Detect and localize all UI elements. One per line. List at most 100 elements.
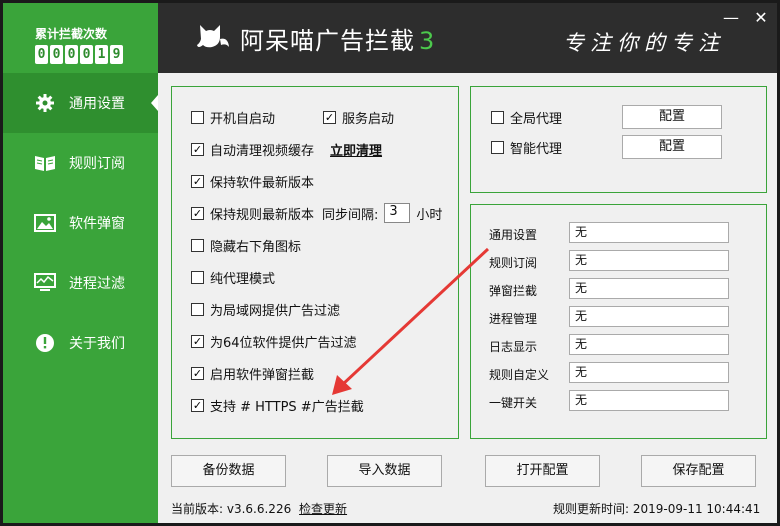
smart-proxy-config-button[interactable]: 配置 [622, 135, 722, 159]
info-icon [33, 331, 57, 355]
counter-digit: 9 [110, 45, 123, 64]
option-boot-start[interactable]: 开机自启动 [191, 107, 275, 127]
checkbox[interactable]: ✓ [191, 142, 204, 156]
sidebar-item-general[interactable]: 通用设置 [3, 73, 158, 133]
option-label: 为64位软件提供广告过滤 [210, 335, 357, 351]
clean-now-link[interactable]: 立即清理 [330, 140, 382, 159]
checkbox[interactable] [191, 302, 204, 316]
sidebar-item-label: 通用设置 [69, 96, 125, 112]
gear-icon [33, 91, 57, 115]
block-counter-label: 累计拦截次数 [35, 27, 108, 41]
sidebar: 累计拦截次数 0 0 0 0 1 9 通用设置 规则订阅 软件弹窗 进程过滤 关… [3, 3, 158, 523]
checkbox[interactable] [191, 270, 204, 284]
option-label: 开机自启动 [210, 111, 276, 127]
option-keep-software-latest[interactable]: ✓ 保持软件最新版本 [191, 171, 314, 191]
check-update-link[interactable]: 检查更新 [299, 502, 347, 516]
option-popup-block[interactable]: ✓ 启用软件弹窗拦截 [191, 363, 314, 383]
minimize-button[interactable]: — [722, 9, 740, 27]
option-auto-clean[interactable]: ✓ 自动清理视频缓存 立即清理 [191, 139, 382, 159]
hotkey-input[interactable]: 无 [569, 362, 729, 383]
counter-digit: 0 [65, 45, 78, 64]
sidebar-item-about[interactable]: 关于我们 [3, 313, 158, 373]
option-global-proxy[interactable]: 全局代理 [491, 107, 562, 127]
app-name: 阿呆喵广告拦截 [240, 27, 415, 55]
option-label: 服务启动 [342, 111, 395, 127]
sidebar-item-label: 规则订阅 [69, 156, 125, 172]
sync-interval-label: 同步间隔: [322, 207, 379, 223]
hotkey-label: 规则订阅 [489, 256, 538, 270]
option-service-start[interactable]: ✓ 服务启动 [323, 107, 394, 127]
version-info: 当前版本: v3.6.6.226 检查更新 [171, 500, 347, 517]
hotkey-label: 进程管理 [489, 312, 538, 326]
hotkey-input[interactable]: 无 [569, 278, 729, 299]
option-label: 隐藏右下角图标 [210, 239, 302, 255]
checkbox[interactable] [191, 238, 204, 252]
checkbox[interactable]: ✓ [191, 174, 204, 188]
book-icon [33, 151, 57, 175]
checkbox[interactable] [191, 110, 204, 124]
option-label: 智能代理 [510, 141, 563, 157]
option-label: 保持软件最新版本 [210, 175, 315, 191]
counter-digit: 1 [95, 45, 108, 64]
close-button[interactable]: ✕ [752, 9, 770, 27]
checkbox[interactable]: ✓ [191, 398, 204, 412]
hotkey-label: 规则自定义 [489, 368, 550, 382]
hotkey-input[interactable]: 无 [569, 306, 729, 327]
option-x64-filter[interactable]: ✓ 为64位软件提供广告过滤 [191, 331, 357, 351]
sync-interval-input[interactable]: 3 [384, 203, 411, 223]
general-settings-page: 开机自启动 ✓ 服务启动 ✓ 自动清理视频缓存 立即清理 ✓ 保持软件最新版本 … [158, 73, 777, 523]
current-version: 当前版本: v3.6.6.226 [171, 502, 292, 516]
sidebar-item-label: 进程过滤 [69, 276, 125, 292]
hotkey-label: 日志显示 [489, 340, 538, 354]
checkbox[interactable]: ✓ [323, 110, 336, 124]
counter-digit: 0 [80, 45, 93, 64]
option-hide-tray-icon[interactable]: 隐藏右下角图标 [191, 235, 301, 255]
hotkey-label: 通用设置 [489, 228, 538, 242]
option-lan-filter[interactable]: 为局域网提供广告过滤 [191, 299, 340, 319]
import-data-button[interactable]: 导入数据 [327, 455, 442, 487]
sync-interval-unit: 小时 [416, 207, 443, 223]
checkbox[interactable]: ✓ [191, 206, 204, 220]
option-label: 自动清理视频缓存 [210, 143, 315, 159]
hotkey-label: 弹窗拦截 [489, 284, 538, 298]
open-config-button[interactable]: 打开配置 [485, 455, 600, 487]
option-label: 全局代理 [510, 111, 563, 127]
sidebar-item-label: 软件弹窗 [69, 216, 125, 232]
cat-logo-icon [196, 21, 232, 53]
global-proxy-config-button[interactable]: 配置 [622, 105, 722, 129]
title-bar[interactable]: 阿呆喵广告拦截 3 专注你的专注 — ✕ [158, 3, 777, 73]
hotkey-label: 一键开关 [489, 396, 538, 410]
checkbox[interactable]: ✓ [191, 334, 204, 348]
hotkey-input[interactable]: 无 [569, 390, 729, 411]
option-pure-proxy[interactable]: 纯代理模式 [191, 267, 275, 287]
option-label: 启用软件弹窗拦截 [210, 367, 315, 383]
monitor-icon [33, 271, 57, 295]
rule-update-time: 规则更新时间: 2019-09-11 10:44:41 [553, 502, 761, 516]
option-label: 纯代理模式 [210, 271, 276, 287]
hotkey-input[interactable]: 无 [569, 222, 729, 243]
save-config-button[interactable]: 保存配置 [641, 455, 756, 487]
checkbox[interactable] [491, 140, 504, 154]
proxy-panel: 全局代理 配置 智能代理 配置 [470, 86, 767, 193]
options-panel: 开机自启动 ✓ 服务启动 ✓ 自动清理视频缓存 立即清理 ✓ 保持软件最新版本 … [171, 86, 459, 439]
option-keep-rules-latest[interactable]: ✓ 保持规则最新版本 同步间隔: 3 小时 [191, 203, 442, 223]
option-https[interactable]: ✓ 支持 # HTTPS #广告拦截 [191, 395, 364, 415]
sidebar-item-process[interactable]: 进程过滤 [3, 253, 158, 313]
hotkeys-panel: 通用设置 无 规则订阅 无 弹窗拦截 无 进程管理 无 日志显示 无 规则自定义… [470, 204, 767, 439]
sidebar-item-popup[interactable]: 软件弹窗 [3, 193, 158, 253]
app-version: 3 [419, 27, 436, 55]
hotkey-input[interactable]: 无 [569, 334, 729, 355]
checkbox[interactable]: ✓ [191, 366, 204, 380]
checkbox[interactable] [491, 110, 504, 124]
sidebar-item-label: 关于我们 [69, 336, 125, 352]
counter-digit: 0 [35, 45, 48, 64]
block-counter: 0 0 0 0 1 9 [35, 45, 123, 64]
hotkey-input[interactable]: 无 [569, 250, 729, 271]
sidebar-item-rules[interactable]: 规则订阅 [3, 133, 158, 193]
option-label: 支持 # HTTPS #广告拦截 [210, 399, 364, 415]
option-label: 为局域网提供广告过滤 [210, 303, 341, 319]
option-smart-proxy[interactable]: 智能代理 [491, 137, 562, 157]
app-window: 累计拦截次数 0 0 0 0 1 9 通用设置 规则订阅 软件弹窗 进程过滤 关… [0, 0, 780, 526]
option-label: 保持规则最新版本 [210, 207, 315, 223]
backup-data-button[interactable]: 备份数据 [171, 455, 286, 487]
